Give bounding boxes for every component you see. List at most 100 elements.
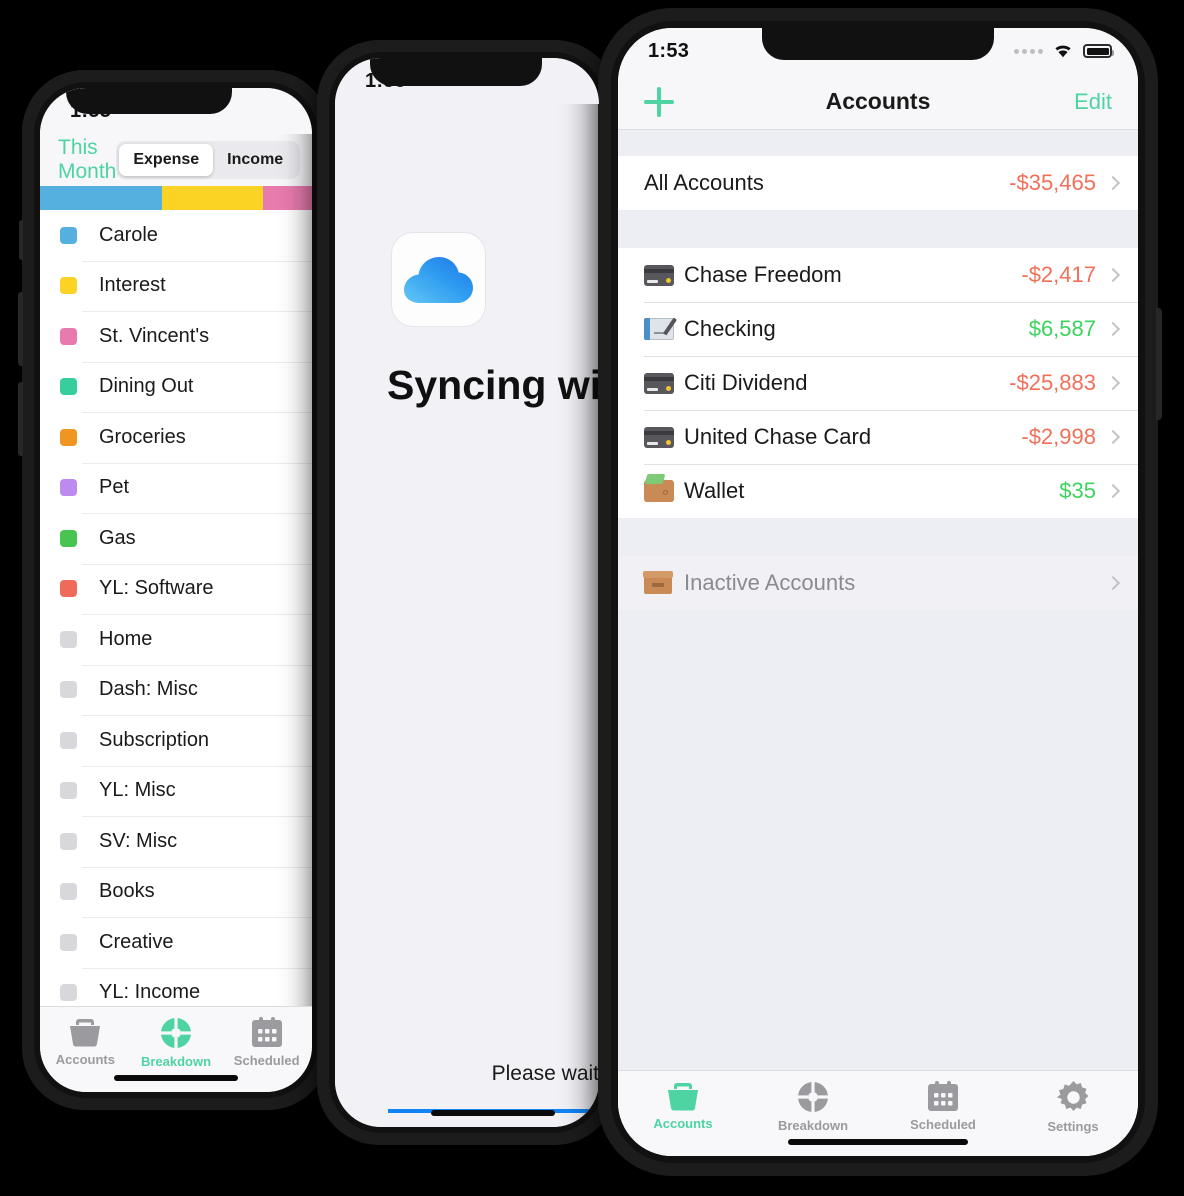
chevron-right-icon <box>1105 175 1121 191</box>
tab-accounts[interactable]: Accounts <box>40 1017 131 1067</box>
category-row[interactable]: Dining Out <box>40 361 312 413</box>
category-row[interactable]: Interest <box>40 260 312 312</box>
account-row[interactable]: Citi Dividend -$25,883 <box>618 356 1138 410</box>
phone-screen: 1:53 This Month Expense Income CaroleInt… <box>40 88 312 1092</box>
home-indicator <box>788 1139 968 1145</box>
tab-scheduled[interactable]: Scheduled <box>878 1081 1008 1132</box>
add-account-button[interactable] <box>644 86 674 117</box>
category-label: Books <box>99 880 155 903</box>
status-indicators <box>1014 43 1114 59</box>
navigation-bar: Accounts Edit <box>618 74 1138 130</box>
category-row[interactable]: YL: Software <box>40 563 312 615</box>
category-row[interactable]: Home <box>40 614 312 665</box>
section-gap-top <box>618 130 1138 156</box>
page-title: Accounts <box>825 88 931 114</box>
sync-title: Syncing with iCloud <box>387 362 599 408</box>
category-color-swatch <box>60 226 77 244</box>
wallet-icon <box>644 480 684 502</box>
wifi-icon <box>1055 45 1071 58</box>
account-row[interactable]: Chase Freedom -$2,417 <box>618 248 1138 302</box>
chevron-right-icon <box>1105 267 1121 283</box>
volume-down-button[interactable] <box>18 382 23 456</box>
sync-screen: Syncing with iCloud Please wait <box>335 104 599 1127</box>
tab-label: Scheduled <box>910 1117 976 1132</box>
mute-switch[interactable] <box>19 220 23 260</box>
tab-scheduled[interactable]: Scheduled <box>221 1017 312 1068</box>
segment-income[interactable]: Income <box>213 144 297 176</box>
category-color-swatch <box>60 479 77 497</box>
category-color-swatch <box>60 378 77 396</box>
account-row[interactable]: Wallet $35 <box>618 464 1138 518</box>
power-button[interactable] <box>1156 308 1162 420</box>
chevron-right-icon <box>1105 429 1121 445</box>
account-name: United Chase Card <box>684 424 872 449</box>
category-color-swatch <box>60 832 77 850</box>
category-row[interactable]: Books <box>40 866 312 918</box>
category-row[interactable]: Dash: Misc <box>40 664 312 716</box>
volume-up-button[interactable] <box>18 292 23 366</box>
category-color-swatch <box>60 580 77 598</box>
category-row[interactable]: Pet <box>40 462 312 514</box>
category-row[interactable]: St. Vincent's <box>40 311 312 362</box>
category-color-swatch <box>60 327 77 345</box>
category-row[interactable]: Groceries <box>40 412 312 463</box>
breakdown-phone: 1:53 This Month Expense Income CaroleInt… <box>18 70 330 1110</box>
syncing-phone: 1:55 Syncing with <box>317 40 621 1145</box>
account-row[interactable]: United Chase Card -$2,998 <box>618 410 1138 464</box>
category-row[interactable]: Creative <box>40 917 312 968</box>
expense-income-segmented-control[interactable]: Expense Income <box>116 141 301 179</box>
accounts-body: All Accounts -$35,465 Chase Freedom -$2,4… <box>618 130 1138 1156</box>
category-row[interactable]: YL: Misc <box>40 765 312 817</box>
tab-settings[interactable]: Settings <box>1008 1081 1138 1134</box>
tab-accounts[interactable]: Accounts <box>618 1081 748 1131</box>
notch <box>65 88 232 114</box>
account-name: Wallet <box>684 478 745 503</box>
category-label: YL: Income <box>99 981 201 1004</box>
credit-card-icon <box>644 264 684 286</box>
briefcase-icon <box>666 1081 700 1111</box>
category-label: St. Vincent's <box>99 324 210 347</box>
account-name: Citi Dividend <box>684 370 808 395</box>
screenshot-stage: 1:53 This Month Expense Income Carole Int… <box>0 0 1184 1196</box>
calendar-icon <box>927 1081 959 1112</box>
category-color-swatch <box>60 731 77 749</box>
segment-expense[interactable]: Expense <box>119 144 214 176</box>
category-label: Gas <box>99 526 136 549</box>
category-color-swatch <box>60 529 77 547</box>
home-indicator <box>431 1110 556 1116</box>
category-label: Dining Out <box>99 375 194 398</box>
category-label: YL: Software <box>99 577 214 600</box>
category-row[interactable]: Carole <box>40 210 312 261</box>
account-balance: -$2,417 <box>1021 262 1096 287</box>
tab-label: Settings <box>1047 1119 1099 1134</box>
category-row[interactable]: SV: Misc <box>40 816 312 867</box>
category-label: SV: Misc <box>99 829 178 852</box>
edit-button[interactable]: Edit <box>1074 89 1112 115</box>
category-color-swatch <box>60 883 77 901</box>
tab-breakdown[interactable]: Breakdown <box>131 1017 222 1069</box>
archive-box-icon <box>643 571 684 594</box>
category-color-swatch <box>60 782 77 800</box>
account-name: Chase Freedom <box>684 262 842 287</box>
phone-screen: 1:53 Accounts Edit All Accounts -$35,465… <box>618 28 1138 1156</box>
chevron-right-icon <box>1105 375 1121 391</box>
all-accounts-value: -$35,465 <box>1009 170 1096 195</box>
category-label: Subscription <box>99 728 210 751</box>
category-label: Groceries <box>99 425 186 448</box>
category-row[interactable]: Subscription <box>40 715 312 766</box>
category-color-swatch <box>60 933 77 951</box>
tab-label: Breakdown <box>140 1054 212 1069</box>
account-balance: -$2,998 <box>1021 424 1096 449</box>
sync-note: Please wait <box>491 1062 599 1085</box>
month-selector[interactable]: This Month <box>58 136 116 184</box>
tab-breakdown[interactable]: Breakdown <box>748 1081 878 1133</box>
chevron-right-icon <box>1105 321 1121 337</box>
inactive-accounts-row[interactable]: Inactive Accounts <box>618 556 1138 610</box>
category-color-swatch <box>60 277 77 295</box>
category-row[interactable]: Gas <box>40 513 312 564</box>
all-accounts-row[interactable]: All Accounts -$35,465 <box>618 156 1138 210</box>
pie-chart-icon <box>797 1081 829 1113</box>
icloud-icon-card <box>391 232 486 327</box>
chevron-right-icon <box>1105 483 1121 499</box>
account-row[interactable]: Checking $6,587 <box>618 302 1138 356</box>
